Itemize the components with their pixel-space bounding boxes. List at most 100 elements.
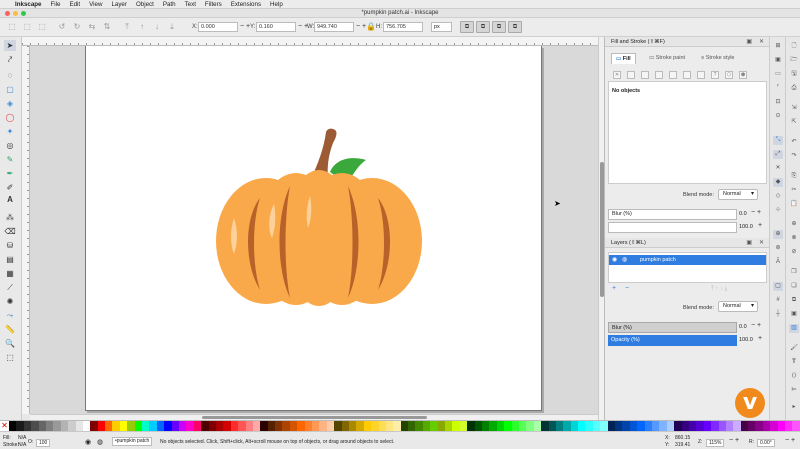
color-swatch[interactable] xyxy=(238,421,246,431)
more-commands-icon[interactable]: ▸ xyxy=(789,403,799,412)
color-swatch[interactable] xyxy=(341,421,349,431)
spray-tool-icon[interactable]: ⁂ xyxy=(4,212,16,223)
color-swatch[interactable] xyxy=(156,421,165,431)
dropper-tool-icon[interactable]: ⟋ xyxy=(4,282,16,293)
color-swatch[interactable] xyxy=(622,421,630,431)
snap-bbox-icon[interactable]: ▣ xyxy=(773,56,783,65)
unset-paint-icon[interactable]: ? xyxy=(711,71,719,79)
color-swatch[interactable] xyxy=(245,421,253,431)
open-document-icon[interactable]: 🗁 xyxy=(789,56,799,65)
lpe-tool-icon[interactable]: ⬚ xyxy=(4,352,16,363)
layers-blend-mode-select[interactable]: Normal xyxy=(718,301,758,312)
flip-horizontal-icon[interactable]: ⇆ xyxy=(87,22,97,32)
snap-midpoints-icon[interactable]: ⊹ xyxy=(773,206,783,215)
color-swatch[interactable] xyxy=(482,421,490,431)
snap-smooth-nodes-icon[interactable]: ◇ xyxy=(773,192,783,201)
nonzero-fill-icon[interactable]: ⬢ xyxy=(739,71,747,79)
pattern-icon[interactable] xyxy=(683,71,691,79)
color-swatch[interactable] xyxy=(459,421,468,431)
select-all-icon[interactable]: ⬚ xyxy=(7,22,17,32)
color-swatch[interactable] xyxy=(615,421,623,431)
panel-close-icon[interactable]: ✕ xyxy=(759,37,764,47)
color-swatch[interactable] xyxy=(674,421,682,431)
eraser-tool-icon[interactable]: ⌫ xyxy=(4,226,16,237)
color-swatch[interactable] xyxy=(711,421,719,431)
layers-opacity-slider[interactable]: Opacity (%) xyxy=(608,335,737,346)
eye-icon[interactable]: ◉ xyxy=(612,255,617,265)
snap-guides-icon[interactable]: ┼ xyxy=(773,310,783,319)
color-swatch[interactable] xyxy=(275,421,283,431)
color-swatch[interactable] xyxy=(289,421,298,431)
color-swatch[interactable] xyxy=(45,421,54,431)
y-input[interactable]: 0.160 xyxy=(256,22,296,32)
color-swatch[interactable] xyxy=(555,421,564,431)
unit-select[interactable]: px xyxy=(431,22,452,32)
raise-to-top-icon[interactable]: ⤒ xyxy=(122,22,132,32)
zoom-page-icon[interactable]: ⊘ xyxy=(789,248,799,257)
color-swatch[interactable] xyxy=(31,421,39,431)
color-swatch[interactable] xyxy=(90,421,98,431)
color-swatch[interactable] xyxy=(201,421,209,431)
layers-opacity-value[interactable]: 100.0 xyxy=(739,337,753,343)
color-swatch[interactable] xyxy=(378,421,386,431)
group-icon[interactable]: ▣ xyxy=(789,310,799,319)
layer-visibility-icon[interactable]: ◉ xyxy=(85,438,91,446)
color-swatch[interactable] xyxy=(297,421,305,431)
color-swatch[interactable] xyxy=(127,421,135,431)
color-swatch[interactable] xyxy=(393,421,401,431)
evenodd-fill-icon[interactable]: ⬡ xyxy=(725,71,733,79)
color-swatch[interactable] xyxy=(496,421,505,431)
selector-tool-icon[interactable]: ➤ xyxy=(4,40,16,51)
status-opacity-input[interactable]: 100 xyxy=(36,439,51,447)
color-swatch[interactable] xyxy=(415,421,423,431)
menu-file[interactable]: File xyxy=(50,1,60,8)
menu-layer[interactable]: Layer xyxy=(111,1,126,8)
app-menu[interactable]: Inkscape xyxy=(15,1,41,8)
color-swatch[interactable] xyxy=(762,421,771,431)
snap-grids-icon[interactable]: # xyxy=(773,296,783,305)
color-swatch[interactable] xyxy=(592,421,601,431)
color-swatch[interactable] xyxy=(703,421,712,431)
menu-help[interactable]: Help xyxy=(270,1,283,8)
color-swatch[interactable] xyxy=(548,421,556,431)
color-swatch[interactable] xyxy=(659,421,667,431)
import-icon[interactable]: ⇲ xyxy=(789,104,799,113)
save-document-icon[interactable]: 🖫 xyxy=(789,70,799,79)
color-swatch[interactable] xyxy=(467,421,475,431)
3d-box-tool-icon[interactable]: ◈ xyxy=(4,98,16,109)
color-swatch[interactable] xyxy=(312,421,320,431)
color-swatch[interactable] xyxy=(422,421,431,431)
layers-iconify-icon[interactable]: ▣ xyxy=(746,238,752,248)
color-swatch[interactable] xyxy=(9,421,17,431)
color-swatch[interactable] xyxy=(651,421,660,431)
gradient-tool-icon[interactable]: ▤ xyxy=(4,254,16,265)
color-swatch[interactable] xyxy=(53,421,61,431)
color-swatch[interactable] xyxy=(770,421,778,431)
layers-opacity-stepper[interactable]: + xyxy=(758,335,762,342)
menu-view[interactable]: View xyxy=(89,1,102,8)
color-swatch[interactable] xyxy=(186,421,194,431)
layers-close-icon[interactable]: ✕ xyxy=(759,238,764,248)
xml-editor-icon[interactable]: ⟨⟩ xyxy=(789,372,799,381)
node-tool-icon[interactable]: ⤤ xyxy=(4,54,16,65)
color-swatch[interactable] xyxy=(348,421,357,431)
layer-name[interactable]: pumpkin patch xyxy=(640,255,676,265)
color-swatch[interactable] xyxy=(452,421,460,431)
duplicate-icon[interactable]: ❐ xyxy=(789,268,799,277)
radial-gradient-icon[interactable] xyxy=(655,71,663,79)
snap-nodes-icon[interactable]: ⤡ xyxy=(773,136,783,145)
color-swatch[interactable] xyxy=(748,421,756,431)
rotation-stepper[interactable]: − + xyxy=(785,437,795,444)
color-swatch[interactable] xyxy=(681,421,689,431)
color-swatch[interactable] xyxy=(629,421,638,431)
no-paint-icon[interactable]: ✕ xyxy=(613,71,621,79)
zoom-input[interactable]: 115% xyxy=(706,439,725,447)
color-swatch[interactable] xyxy=(725,421,734,431)
fill-opacity-value[interactable]: 100.0 xyxy=(739,224,753,230)
calligraphy-tool-icon[interactable]: ✐ xyxy=(4,182,16,193)
undo-icon[interactable]: ↶ xyxy=(789,138,799,147)
color-swatch[interactable] xyxy=(16,421,24,431)
color-swatch[interactable] xyxy=(489,421,497,431)
snap-paths-icon[interactable]: ⤢ xyxy=(773,150,783,159)
color-swatch[interactable] xyxy=(319,421,327,431)
